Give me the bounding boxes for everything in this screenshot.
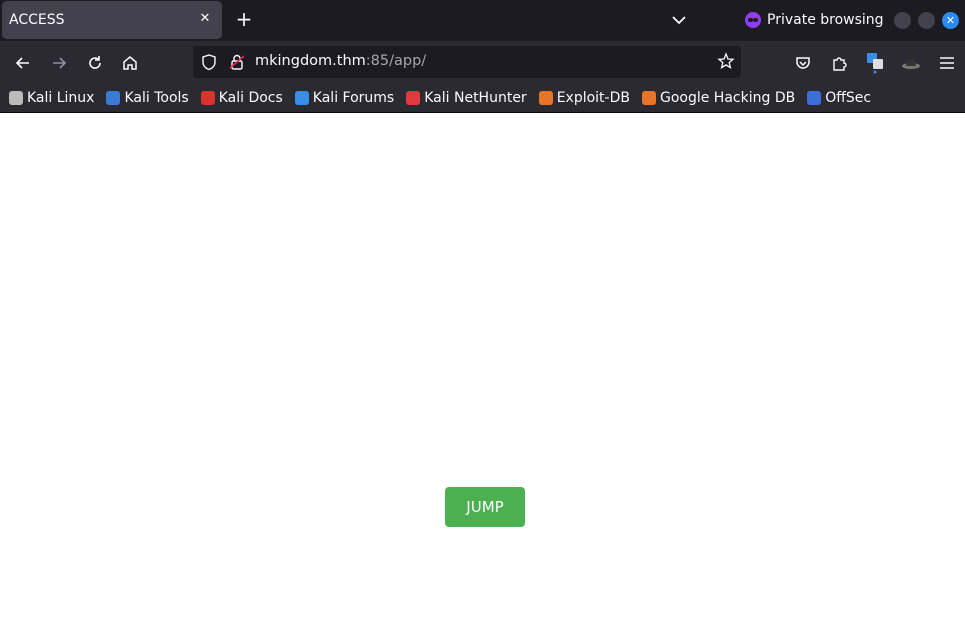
home-button[interactable] [117, 50, 143, 76]
hat-icon [902, 59, 920, 69]
bookmark-kali-docs[interactable]: Kali Docs [200, 90, 283, 106]
page-content: JUMP [0, 114, 965, 617]
url-text[interactable]: mkingdom.thm:85/app/ [255, 53, 426, 69]
bookmark-kali-forums[interactable]: Kali Forums [294, 90, 395, 106]
bookmark-label: OffSec [825, 90, 872, 106]
tab-strip: ACCESS ✕ + Private browsing ✕ [0, 0, 965, 41]
reload-button[interactable] [82, 50, 108, 76]
bookmark-google-hacking-db[interactable]: Google Hacking DB [641, 90, 796, 106]
star-icon[interactable] [717, 52, 735, 74]
translate-icon [867, 53, 883, 74]
reload-icon [89, 56, 101, 69]
arrow-right-icon [53, 57, 67, 69]
insecure-lock-icon[interactable] [229, 53, 245, 75]
home-icon [123, 56, 137, 70]
bookmark-kali-tools[interactable]: Kali Tools [106, 90, 189, 106]
bookmark-kali-nethunter[interactable]: Kali NetHunter [406, 90, 527, 106]
private-browsing-label: Private browsing [767, 12, 884, 28]
bookmark-kali-linux[interactable]: Kali Linux [9, 90, 94, 106]
back-button[interactable] [10, 50, 36, 76]
shield-icon[interactable] [201, 53, 217, 75]
bookmark-label: Google Hacking DB [659, 90, 796, 106]
tab-access[interactable]: ACCESS ✕ [2, 1, 222, 39]
private-browsing-indicator: Private browsing [745, 10, 884, 30]
bookmark-label: Kali Tools [124, 90, 189, 106]
url-host: mkingdom.thm [255, 53, 366, 69]
kali-forums-icon [294, 91, 309, 105]
private-mask-icon [745, 12, 761, 28]
kali-nethunter-icon [406, 91, 421, 105]
url-path: :85/app/ [365, 53, 427, 69]
bookmark-label: Kali NetHunter [424, 90, 527, 106]
bookmark-label: Kali Forums [312, 90, 395, 106]
bookmarks-toolbar: Kali Linux Kali Tools Kali Docs Kali Forums… [0, 84, 965, 113]
navigation-toolbar: mkingdom.thm:85/app/ [0, 41, 965, 84]
maximize-button[interactable] [918, 12, 935, 29]
arrow-left-icon [15, 57, 29, 69]
jump-button[interactable]: JUMP [445, 487, 525, 527]
pocket-icon [796, 57, 810, 69]
bookmark-label: Kali Docs [218, 90, 283, 106]
kali-tools-icon [106, 91, 121, 105]
hat-extension-button[interactable] [898, 50, 924, 76]
hamburger-icon [940, 57, 954, 69]
exploit-db-icon [538, 91, 553, 105]
pocket-button[interactable] [790, 50, 816, 76]
tab-title: ACCESS [9, 12, 65, 28]
bookmark-label: Exploit-DB [556, 90, 630, 106]
kali-docs-icon [200, 91, 215, 105]
extensions-button[interactable] [826, 50, 852, 76]
window-close-button[interactable]: ✕ [942, 12, 959, 29]
address-bar[interactable]: mkingdom.thm:85/app/ [193, 46, 741, 78]
minimize-button[interactable] [894, 12, 911, 29]
chevron-down-icon[interactable] [668, 10, 690, 30]
bookmark-exploit-db[interactable]: Exploit-DB [538, 90, 630, 106]
ghdb-icon [641, 91, 656, 105]
forward-button[interactable] [46, 50, 72, 76]
menu-button[interactable] [934, 50, 960, 76]
translate-button[interactable] [862, 50, 888, 76]
kali-dragon-icon [9, 91, 23, 105]
bookmark-offsec[interactable]: OffSec [807, 90, 871, 106]
puzzle-icon [833, 57, 847, 71]
new-tab-button[interactable]: + [232, 8, 256, 32]
close-icon[interactable]: ✕ [197, 11, 213, 27]
offsec-icon [807, 91, 822, 105]
bookmark-label: Kali Linux [27, 90, 95, 106]
